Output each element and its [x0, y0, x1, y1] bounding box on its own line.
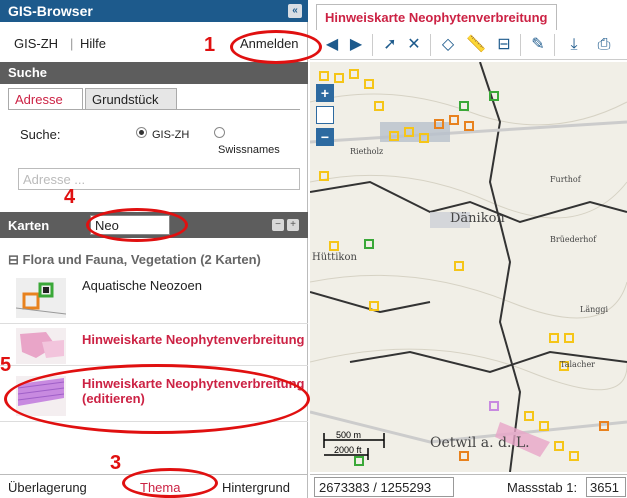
place-label-daenikon: Dänikon: [450, 211, 505, 226]
karten-heading-label: Karten: [8, 218, 50, 233]
app-title: GIS-Browser: [8, 3, 93, 19]
chevron-double-left-icon[interactable]: «: [288, 4, 302, 18]
download-icon[interactable]: ⤓: [564, 35, 584, 55]
place-label-rietholz: Rietholz: [350, 147, 383, 156]
tab-ueberlagerung[interactable]: Überlagerung: [8, 480, 87, 495]
zoom-out-button[interactable]: −: [316, 128, 334, 146]
back-icon[interactable]: ◀: [322, 35, 342, 55]
tab-map-hinweiskarte[interactable]: Hinweiskarte Neophytenverbreitung: [316, 4, 557, 30]
map-graphic: Dänikon Oetwil a. d. L. Rietholz Furthof…: [310, 62, 627, 472]
thumbnail-hinweiskarte: [16, 328, 66, 364]
select-cross-icon[interactable]: ✕: [404, 35, 424, 55]
polygon-icon[interactable]: ◇: [438, 35, 458, 55]
annotation-oval-editieren: [4, 364, 310, 434]
radio-gis-zh[interactable]: [136, 127, 147, 138]
list-item-hinweiskarte[interactable]: Hinweiskarte Neophytenverbreitung: [0, 326, 308, 366]
annotation-number-5: 5: [0, 354, 12, 376]
list-item-aquatische-neozoen[interactable]: Aquatische Neozoen: [0, 272, 308, 324]
toolbar-divider: [430, 34, 431, 56]
scale-label: Massstab 1:: [507, 480, 578, 495]
search-label: Suche:: [20, 127, 61, 142]
thumbnail-aquatische-neozoen: [16, 278, 66, 318]
address-search-input[interactable]: Adresse ...: [18, 168, 300, 190]
pan-arrow-icon[interactable]: [316, 106, 334, 124]
annotation-number-4: 4: [64, 186, 76, 208]
map-toolbar: ◀ ▶ ➚ ✕ ◇ 📏 ⊟ ✎ ⤓ ⎙: [310, 30, 627, 60]
annotation-number-3: 3: [110, 452, 122, 474]
annotation-oval-filter: [86, 208, 188, 242]
measure-area-icon[interactable]: ⊟: [494, 35, 514, 55]
map-panel: Hinweiskarte Neophytenverbreitung ◀ ▶ ➚ …: [310, 0, 627, 498]
toolbar-divider: [520, 34, 521, 56]
forward-icon[interactable]: ▶: [346, 35, 366, 55]
zoom-in-button[interactable]: +: [316, 84, 334, 102]
place-label-talacher: Talacher: [560, 360, 595, 369]
coordinates-field[interactable]: 2673383 / 1255293: [314, 477, 454, 497]
tab-adresse[interactable]: Adresse: [8, 88, 83, 110]
annotation-oval-thema: [122, 468, 218, 498]
place-label-oetwil: Oetwil a. d. L.: [430, 435, 530, 451]
map-status-bar: 2673383 / 1255293 Massstab 1: 3651: [310, 474, 627, 498]
radio-swissnames[interactable]: [214, 127, 225, 138]
radio-gis-zh-label: GIS-ZH: [152, 129, 190, 141]
group-flora-fauna[interactable]: ⊟ Flora und Fauna, Vegetation (2 Karten): [8, 252, 261, 268]
print-icon[interactable]: ⎙: [594, 35, 614, 55]
annotation-oval-login: [230, 30, 322, 64]
place-label-huettikon: Hüttikon: [312, 252, 357, 263]
tab-divider: [8, 109, 300, 110]
toolbar-divider: [554, 34, 555, 56]
tab-grundstueck[interactable]: Grundstück: [85, 88, 177, 110]
list-item-label: Aquatische Neozoen: [82, 278, 202, 293]
list-item-label: Hinweiskarte Neophytenverbreitung: [82, 332, 305, 347]
menu-separator: |: [70, 36, 74, 51]
annotation-number-1: 1: [204, 34, 216, 56]
menu-gis-zh[interactable]: GIS-ZH: [14, 36, 58, 51]
collapse-all-button[interactable]: −: [272, 219, 284, 231]
map-canvas[interactable]: Dänikon Oetwil a. d. L. Rietholz Furthof…: [310, 62, 627, 472]
pencil-icon[interactable]: ✎: [528, 35, 548, 55]
app-titlebar: GIS-Browser «: [0, 0, 308, 22]
menu-hilfe[interactable]: Hilfe: [80, 36, 106, 51]
radio-swissnames-label: Swissnames: [218, 144, 280, 156]
scale-bar-metric: 500 m: [336, 430, 361, 440]
pointer-icon[interactable]: ➚: [380, 35, 400, 55]
place-label-furthof: Furthof: [550, 175, 582, 184]
toolbar-divider: [372, 34, 373, 56]
tab-hintergrund[interactable]: Hintergrund: [222, 480, 290, 495]
expand-all-button[interactable]: +: [287, 219, 299, 231]
scale-bar-imperial: 2000 ft: [334, 445, 362, 455]
place-label-bruederhof: Brüederhof: [550, 235, 597, 244]
place-label-laenggi: Länggi: [580, 305, 608, 314]
search-section-heading: Suche: [0, 62, 308, 84]
ruler-icon[interactable]: 📏: [466, 35, 486, 55]
scale-input[interactable]: 3651: [586, 477, 626, 497]
